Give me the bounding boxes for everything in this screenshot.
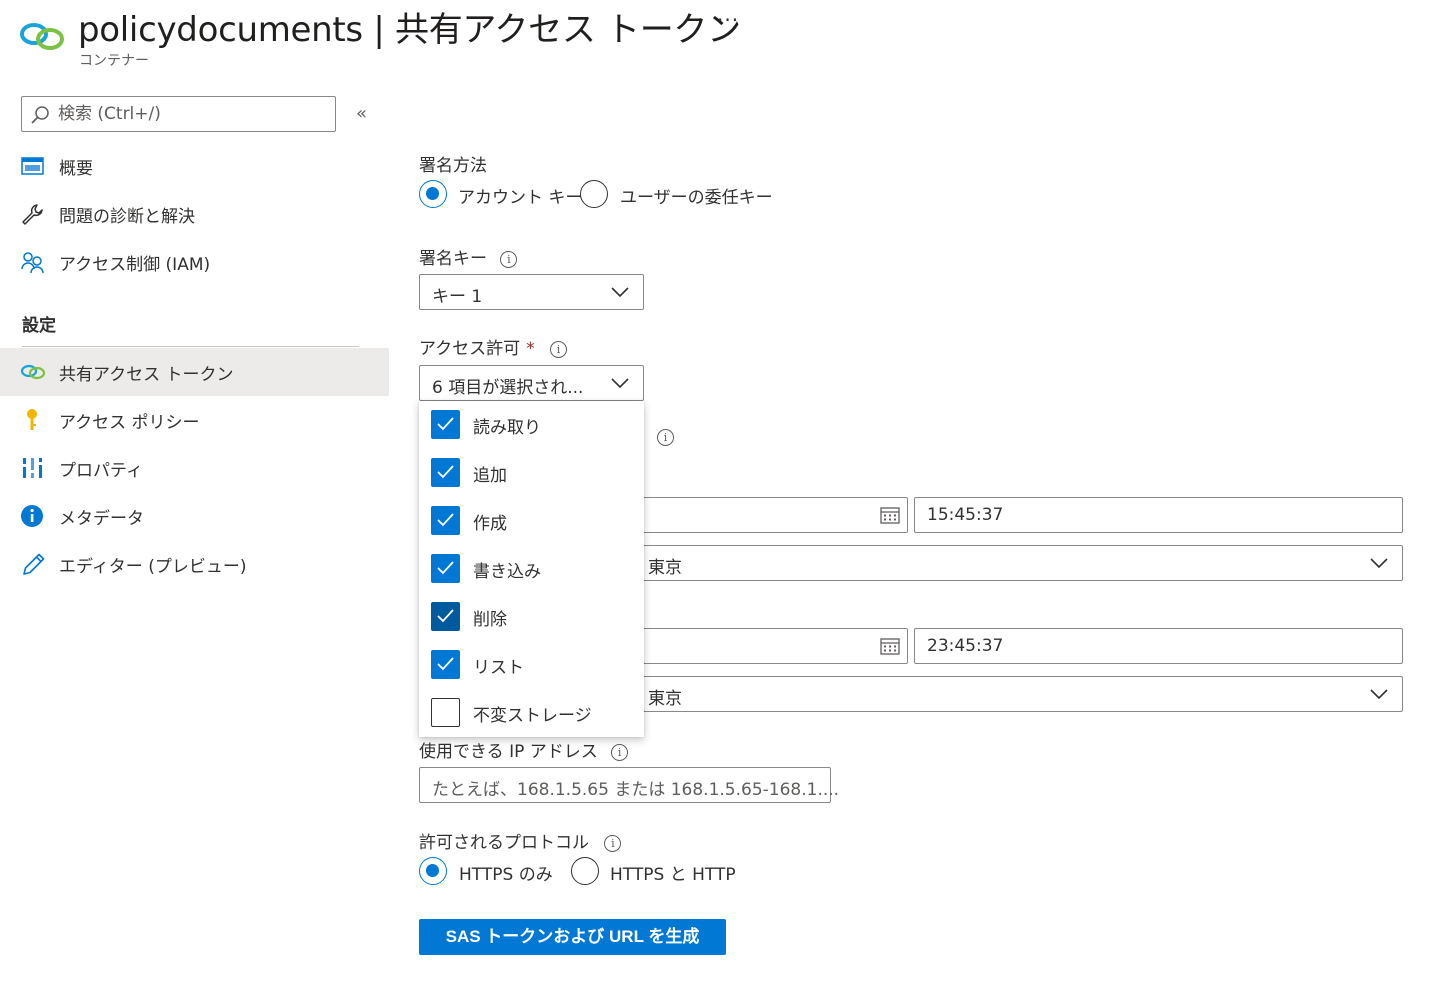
radio-user-delegation-key-label: ユーザーの委任キー — [620, 188, 773, 208]
start-time-field[interactable]: 15:45:37 — [914, 497, 1403, 533]
chevron-up-icon — [611, 378, 629, 389]
checkbox-checked[interactable] — [431, 602, 460, 631]
sidebar-item-label: 問題の診断と解決 — [59, 207, 195, 227]
permissions-dropdown[interactable]: 6 項目が選択され... — [419, 365, 644, 401]
permission-option-list[interactable]: リスト — [419, 641, 644, 689]
permission-option-label: リスト — [473, 658, 524, 678]
key-icon — [27, 409, 37, 430]
shared-access-token-icon — [20, 23, 64, 50]
checkbox-checked[interactable] — [431, 506, 460, 535]
radio-https-only[interactable] — [419, 857, 447, 885]
expiry-time-field[interactable]: 23:45:37 — [914, 628, 1403, 664]
page-title: policydocuments | 共有アクセス トークン — [78, 10, 741, 50]
permissions-dropdown-list: 読み取り 追加 作成 書き込み 削除 リスト 不変ストレージ — [419, 401, 644, 737]
start-time-value: 15:45:37 — [927, 505, 1004, 525]
sidebar-item-iam[interactable]: アクセス制御 (IAM) — [0, 238, 389, 286]
calendar-icon[interactable] — [880, 506, 900, 524]
start-timezone-value: 東京 — [648, 558, 682, 578]
permission-option-label: 作成 — [473, 514, 507, 534]
info-icon[interactable]: i — [611, 743, 629, 761]
sidebar-item-label: 概要 — [59, 159, 93, 179]
allowed-ip-placeholder: たとえば、168.1.5.65 または 168.1.5.65-168.1.... — [432, 780, 840, 800]
pencil-icon — [23, 553, 45, 575]
allowed-ip-field[interactable]: たとえば、168.1.5.65 または 168.1.5.65-168.1.... — [419, 767, 839, 803]
page-subtitle: コンテナー — [79, 53, 149, 69]
permission-option-write[interactable]: 書き込み — [419, 545, 644, 593]
radio-account-key-label: アカウント キー — [458, 188, 583, 208]
search-box[interactable] — [21, 96, 336, 132]
allowed-ip-label: 使用できる IP アドレス i — [419, 737, 629, 762]
radio-https-only-label: HTTPS のみ — [459, 865, 553, 885]
checkbox-checked[interactable] — [431, 554, 460, 583]
section-divider — [22, 346, 359, 347]
settings-section-title: 設定 — [22, 316, 56, 336]
search-icon — [31, 106, 49, 124]
sidebar-item-label: プロパティ — [59, 461, 143, 481]
people-icon — [21, 252, 44, 274]
radio-https-and-http[interactable] — [571, 857, 599, 885]
more-options-button[interactable]: ··· — [717, 8, 739, 32]
sidebar-item-label: エディター (プレビュー) — [59, 557, 247, 577]
sidebar-item-shared-access-token[interactable]: 共有アクセス トークン — [0, 348, 389, 396]
signing-key-dropdown[interactable]: キー 1 — [419, 274, 644, 310]
sidebar-item-label: 共有アクセス トークン — [59, 365, 234, 385]
permissions-label: アクセス許可 * i — [419, 334, 568, 359]
radio-account-key[interactable] — [419, 180, 447, 208]
page-header: policydocuments | 共有アクセス トークン ··· コンテナー — [0, 0, 1439, 80]
permission-option-delete[interactable]: 削除 — [419, 593, 644, 641]
wrench-icon — [22, 204, 43, 225]
checkbox-unchecked[interactable] — [431, 698, 460, 727]
expiry-timezone-value: 東京 — [648, 689, 682, 709]
info-icon — [21, 505, 43, 527]
sidebar-item-label: アクセス制御 (IAM) — [59, 255, 211, 275]
collapse-sidebar-button[interactable]: « — [356, 103, 367, 124]
overview-icon — [21, 157, 44, 175]
permission-option-label: 書き込み — [473, 562, 541, 582]
sidebar-item-editor[interactable]: エディター (プレビュー) — [0, 540, 389, 588]
permission-option-immutable-storage[interactable]: 不変ストレージ — [419, 689, 644, 737]
chevron-down-icon — [1370, 558, 1388, 569]
link-icon — [20, 364, 46, 380]
permissions-label-text: アクセス許可 — [419, 339, 521, 359]
protocols-label-text: 許可されるプロトコル — [419, 833, 589, 853]
calendar-icon[interactable] — [880, 637, 900, 655]
signing-key-label-text: 署名キー — [419, 249, 487, 269]
checkbox-checked[interactable] — [431, 650, 460, 679]
permission-option-read[interactable]: 読み取り — [419, 401, 644, 449]
chevron-down-icon — [1370, 689, 1388, 700]
sidebar-item-properties[interactable]: プロパティ — [0, 444, 389, 492]
radio-user-delegation-key[interactable] — [580, 180, 608, 208]
permission-option-label: 不変ストレージ — [473, 706, 592, 726]
sidebar-item-access-policy[interactable]: アクセス ポリシー — [0, 396, 389, 444]
checkbox-checked[interactable] — [431, 410, 460, 439]
sidebar-item-metadata[interactable]: メタデータ — [0, 492, 389, 540]
sidebar-item-diagnose[interactable]: 問題の診断と解決 — [0, 190, 389, 238]
required-mark: * — [526, 339, 535, 359]
sidebar-item-label: メタデータ — [59, 509, 144, 529]
info-icon[interactable]: i — [550, 340, 568, 358]
info-icon[interactable]: i — [604, 834, 622, 852]
signing-key-label: 署名キー i — [419, 244, 518, 269]
protocols-label: 許可されるプロトコル i — [419, 828, 622, 853]
checkbox-checked[interactable] — [431, 458, 460, 487]
info-icon[interactable]: i — [500, 250, 518, 268]
chevron-down-icon — [611, 287, 629, 298]
search-input[interactable] — [58, 97, 328, 131]
generate-sas-button[interactable]: SAS トークンおよび URL を生成 — [419, 919, 726, 955]
radio-https-and-http-label: HTTPS と HTTP — [610, 865, 736, 885]
signing-method-label: 署名方法 — [419, 156, 487, 176]
permission-option-add[interactable]: 追加 — [419, 449, 644, 497]
permissions-value: 6 項目が選択され... — [432, 378, 584, 398]
permission-option-label: 追加 — [473, 466, 507, 486]
sidebar-item-label: アクセス ポリシー — [59, 413, 200, 433]
signing-key-value: キー 1 — [432, 287, 483, 307]
sidebar-item-overview[interactable]: 概要 — [0, 142, 389, 190]
properties-icon — [22, 458, 43, 478]
permission-option-create[interactable]: 作成 — [419, 497, 644, 545]
permission-option-label: 削除 — [473, 610, 507, 630]
expiry-time-value: 23:45:37 — [927, 636, 1004, 656]
allowed-ip-label-text: 使用できる IP アドレス — [419, 742, 598, 762]
info-icon[interactable]: i — [657, 429, 674, 446]
permission-option-label: 読み取り — [473, 418, 541, 438]
